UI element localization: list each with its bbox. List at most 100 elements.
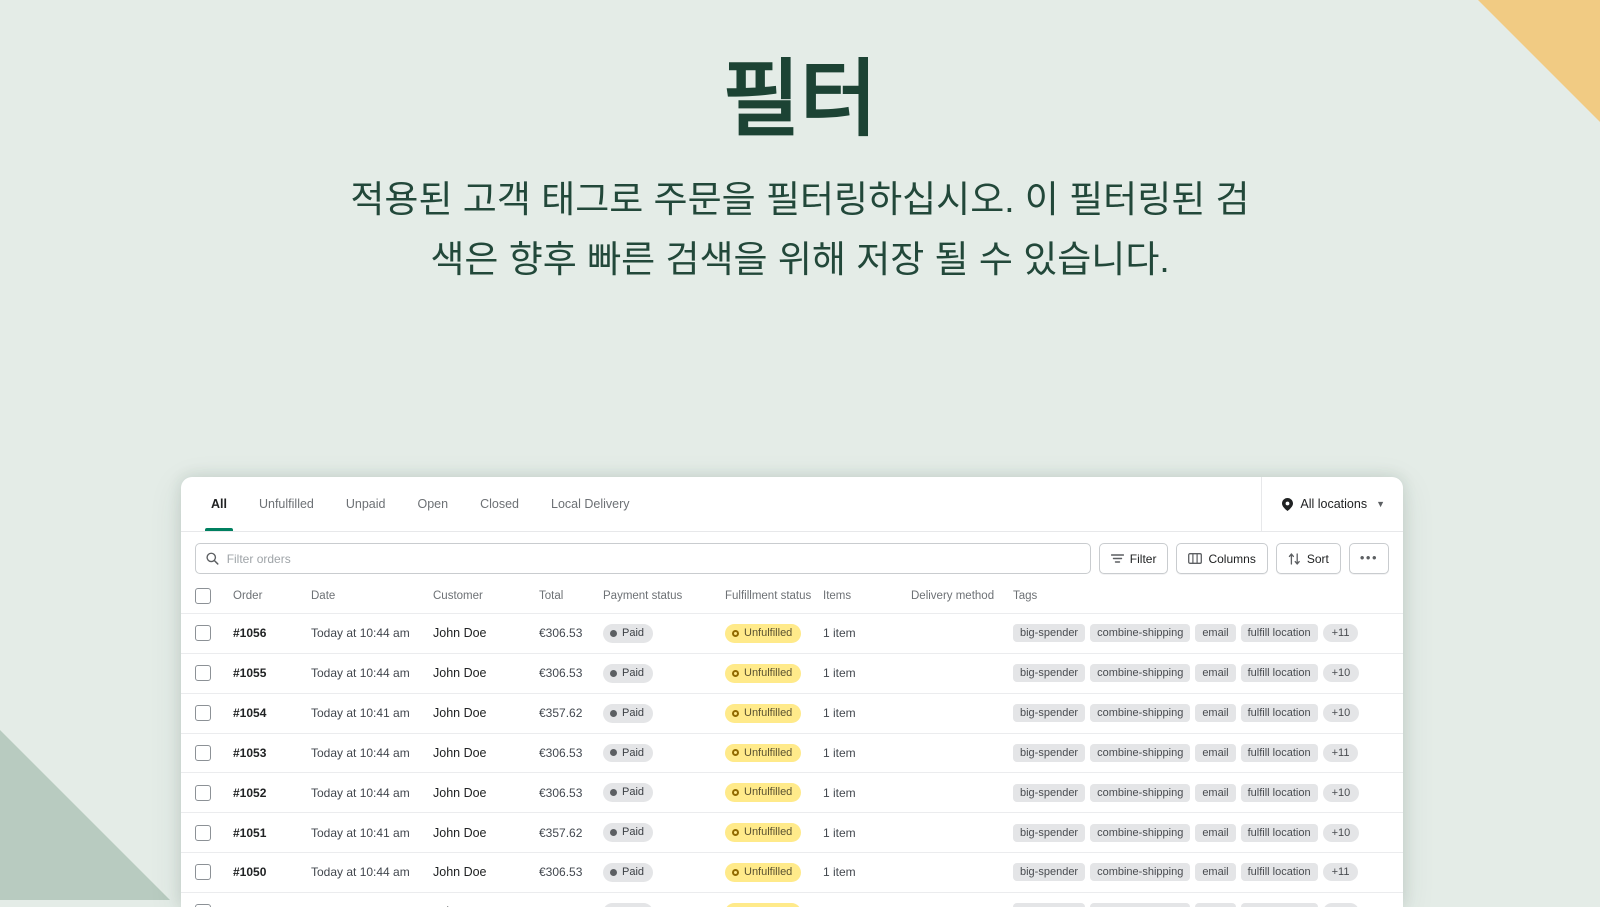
table-row[interactable]: #1052Today at 10:44 amJohn Doe€306.53Pai…: [181, 773, 1403, 813]
order-id[interactable]: #1054: [233, 706, 266, 720]
row-checkbox[interactable]: [195, 785, 211, 801]
tag-chip[interactable]: combine-shipping: [1090, 704, 1190, 722]
search-input[interactable]: [227, 552, 1080, 566]
tag-chip[interactable]: combine-shipping: [1090, 624, 1190, 642]
column-header-payment-status: Payment status: [603, 585, 725, 614]
order-id[interactable]: #1051: [233, 826, 266, 840]
select-all-checkbox[interactable]: [195, 588, 211, 604]
tab-unfulfilled[interactable]: Unfulfilled: [243, 477, 330, 531]
tag-overflow-count[interactable]: +10: [1323, 824, 1360, 842]
map-pin-icon: [1282, 498, 1293, 511]
tab-unpaid[interactable]: Unpaid: [330, 477, 402, 531]
cell-payment-status: Paid: [603, 653, 725, 693]
tag-chip[interactable]: big-spender: [1013, 664, 1085, 682]
tag-chip[interactable]: fulfill location: [1241, 863, 1318, 881]
tag-chip[interactable]: combine-shipping: [1090, 863, 1190, 881]
more-options-button[interactable]: •••: [1349, 543, 1389, 574]
payment-status-badge: Paid: [603, 823, 653, 842]
tag-chip[interactable]: email: [1195, 824, 1235, 842]
order-id[interactable]: #1050: [233, 865, 266, 879]
column-header-total: Total: [539, 585, 603, 614]
tab-label: Closed: [480, 497, 519, 511]
tag-overflow-count[interactable]: +10: [1323, 903, 1360, 907]
tag-chip[interactable]: email: [1195, 903, 1235, 907]
tag-chip[interactable]: big-spender: [1013, 863, 1085, 881]
tab-open[interactable]: Open: [402, 477, 465, 531]
search-box[interactable]: [195, 543, 1091, 574]
cell-date: Today at 10:41 am: [311, 693, 433, 733]
table-row[interactable]: #1050Today at 10:44 amJohn Doe€306.53Pai…: [181, 853, 1403, 893]
tag-chip[interactable]: big-spender: [1013, 744, 1085, 762]
tag-chip[interactable]: email: [1195, 784, 1235, 802]
cell-tags: big-spender combine-shipping email fulfill …: [1013, 813, 1403, 853]
order-id[interactable]: #1053: [233, 746, 266, 760]
row-checkbox[interactable]: [195, 825, 211, 841]
cell-date: Today at 10:44 am: [311, 614, 433, 654]
order-id[interactable]: #1052: [233, 786, 266, 800]
tag-chip[interactable]: email: [1195, 863, 1235, 881]
fulfillment-status-badge: Unfulfilled: [725, 783, 801, 802]
tag-overflow-count[interactable]: +11: [1323, 624, 1359, 642]
tag-chip[interactable]: email: [1195, 704, 1235, 722]
status-dot-icon: [610, 749, 617, 756]
tag-overflow-count[interactable]: +11: [1323, 863, 1359, 881]
tag-overflow-count[interactable]: +10: [1323, 784, 1360, 802]
tag-chip[interactable]: fulfill location: [1241, 624, 1318, 642]
order-id[interactable]: #1056: [233, 626, 266, 640]
tag-chip[interactable]: combine-shipping: [1090, 903, 1190, 907]
column-header-items: Items: [823, 585, 911, 614]
table-row[interactable]: #1055Today at 10:44 amJohn Doe€306.53Pai…: [181, 653, 1403, 693]
fulfillment-status-badge: Unfulfilled: [725, 823, 801, 842]
row-checkbox[interactable]: [195, 864, 211, 880]
tag-overflow-count[interactable]: +11: [1323, 744, 1359, 762]
row-select-cell: [181, 614, 233, 654]
row-checkbox[interactable]: [195, 625, 211, 641]
tag-chip[interactable]: fulfill location: [1241, 784, 1318, 802]
customer-name: John Doe: [433, 706, 487, 720]
customer-name: John Doe: [433, 626, 487, 640]
sort-button[interactable]: Sort: [1276, 543, 1341, 574]
tag-chip[interactable]: combine-shipping: [1090, 744, 1190, 762]
filter-button-label: Filter: [1130, 552, 1157, 566]
table-row[interactable]: #1054Today at 10:41 amJohn Doe€357.62Pai…: [181, 693, 1403, 733]
status-ring-icon: [732, 670, 739, 677]
tag-chip[interactable]: big-spender: [1013, 624, 1085, 642]
cell-date: Today at 10:41 am: [311, 813, 433, 853]
order-id[interactable]: #1055: [233, 666, 266, 680]
tag-chip[interactable]: email: [1195, 624, 1235, 642]
tag-chip[interactable]: fulfill location: [1241, 664, 1318, 682]
tag-chip[interactable]: combine-shipping: [1090, 664, 1190, 682]
tag-overflow-count[interactable]: +10: [1323, 664, 1360, 682]
tab-all[interactable]: All: [195, 477, 243, 531]
tag-chip[interactable]: big-spender: [1013, 824, 1085, 842]
table-row[interactable]: #1056Today at 10:44 amJohn Doe€306.53Pai…: [181, 614, 1403, 654]
cell-items: 1 item: [823, 733, 911, 773]
row-checkbox[interactable]: [195, 745, 211, 761]
tag-chip[interactable]: big-spender: [1013, 704, 1085, 722]
cell-customer: John Doe: [433, 773, 539, 813]
row-checkbox[interactable]: [195, 705, 211, 721]
columns-button[interactable]: Columns: [1176, 543, 1267, 574]
row-checkbox[interactable]: [195, 665, 211, 681]
location-selector[interactable]: All locations ▼: [1282, 497, 1385, 511]
tab-local-delivery[interactable]: Local Delivery: [535, 477, 646, 531]
tag-chip[interactable]: big-spender: [1013, 903, 1085, 907]
tag-chip[interactable]: combine-shipping: [1090, 784, 1190, 802]
tag-chip[interactable]: big-spender: [1013, 784, 1085, 802]
table-row[interactable]: #1051Today at 10:41 amJohn Doe€357.62Pai…: [181, 813, 1403, 853]
tag-chip[interactable]: fulfill location: [1241, 824, 1318, 842]
tag-overflow-count[interactable]: +10: [1323, 704, 1360, 722]
table-row[interactable]: #1053Today at 10:44 amJohn Doe€306.53Pai…: [181, 733, 1403, 773]
cell-delivery-method: [911, 614, 1013, 654]
cell-items: 1 item: [823, 653, 911, 693]
location-selector-wrap: All locations ▼: [1261, 477, 1403, 531]
tab-closed[interactable]: Closed: [464, 477, 535, 531]
filter-button[interactable]: Filter: [1099, 543, 1169, 574]
tag-chip[interactable]: email: [1195, 664, 1235, 682]
tag-chip[interactable]: email: [1195, 744, 1235, 762]
tag-chip[interactable]: fulfill location: [1241, 903, 1318, 907]
tag-chip[interactable]: fulfill location: [1241, 704, 1318, 722]
tag-chip[interactable]: combine-shipping: [1090, 824, 1190, 842]
cell-items: 1 item: [823, 614, 911, 654]
tag-chip[interactable]: fulfill location: [1241, 744, 1318, 762]
